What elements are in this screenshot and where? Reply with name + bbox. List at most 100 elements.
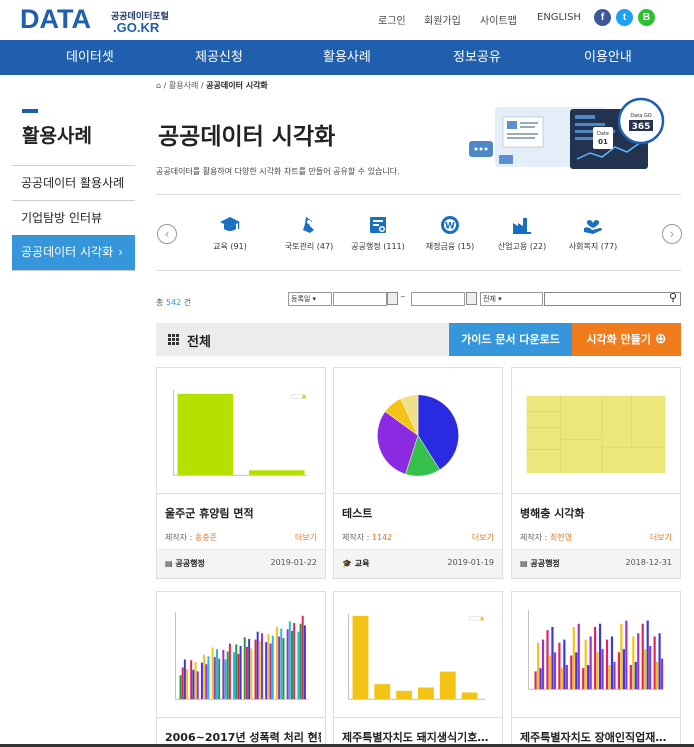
chart-bar bbox=[243, 637, 246, 700]
chart-bar bbox=[293, 622, 296, 700]
prev-arrow-button[interactable]: ‹ bbox=[157, 224, 177, 244]
category-finance[interactable]: W 재정금융 (15) bbox=[415, 214, 485, 252]
certificate-icon bbox=[370, 217, 386, 233]
logo-sub-bottom: .GO.KR bbox=[113, 20, 160, 35]
breadcrumb-parent[interactable]: 활용사례 bbox=[169, 81, 198, 90]
search-icon[interactable]: ⚲ bbox=[669, 291, 677, 304]
chart-bar bbox=[288, 621, 291, 700]
card-title[interactable]: 2006~2017년 성폭력 처리 현황 bbox=[165, 729, 321, 745]
chart-bar bbox=[282, 638, 285, 700]
category-select[interactable]: 전체 ▾ bbox=[480, 292, 543, 306]
category-education[interactable]: 교육 (91) bbox=[195, 214, 265, 252]
sidebar-item-visualization[interactable]: 공공데이터 시각화 › bbox=[12, 235, 135, 270]
visualization-card[interactable]: 병해충 시각화 제작자 : 최현영 더보기 ▤ 공공행정 2018-12-31 bbox=[511, 367, 681, 579]
chart-bar bbox=[303, 625, 306, 700]
chart-bar bbox=[649, 645, 652, 690]
visualization-card[interactable]: 울주군 휴양림 면적 제작자 : 송충준 더보기 ▤ 공공행정 2019-01-… bbox=[156, 367, 326, 579]
card-title[interactable]: 제주특별자치도 돼지생식기호… bbox=[342, 729, 498, 745]
end-date-input[interactable] bbox=[411, 292, 465, 306]
chart-bar bbox=[546, 630, 549, 690]
category-welfare[interactable]: 사회복지 (77) bbox=[558, 214, 628, 252]
chart-bar bbox=[558, 642, 561, 690]
visualization-card[interactable]: 제주특별자치도 장애인직업재… bbox=[511, 591, 681, 747]
chart-bar bbox=[256, 631, 259, 700]
card-footer: 🎓 교육 2019-01-19 bbox=[334, 549, 502, 578]
card-more-link[interactable]: 더보기 bbox=[650, 532, 672, 543]
chart-bar bbox=[213, 657, 216, 700]
card-more-link[interactable]: 더보기 bbox=[472, 532, 494, 543]
author-name: 최현영 bbox=[549, 533, 572, 542]
chart-bar bbox=[186, 668, 189, 700]
chart-bar bbox=[610, 636, 614, 690]
calendar-icon[interactable] bbox=[466, 292, 477, 305]
chart-bar bbox=[222, 649, 225, 700]
chart-bar bbox=[565, 665, 568, 690]
sidebar-item-cases[interactable]: 공공데이터 활용사례 bbox=[12, 165, 135, 200]
card-title[interactable]: 테스트 bbox=[342, 505, 498, 521]
twitter-icon[interactable]: t bbox=[616, 9, 633, 26]
chart-bar bbox=[584, 639, 587, 690]
chart-bar bbox=[235, 644, 238, 700]
card-category: 🎓 교육 bbox=[342, 559, 370, 568]
chart-bar bbox=[620, 623, 623, 690]
visualization-card[interactable]: 제주특별자치도 돼지생식기호… bbox=[333, 591, 503, 747]
start-date-input[interactable] bbox=[333, 292, 387, 306]
chart-bar bbox=[601, 649, 604, 690]
nav-request[interactable]: 제공신청 bbox=[195, 40, 243, 75]
chart-thumbnail bbox=[334, 613, 502, 718]
card-title[interactable]: 제주특별자치도 장애인직업재… bbox=[520, 729, 676, 745]
search-input[interactable]: ⚲ bbox=[544, 291, 681, 306]
next-arrow-button[interactable]: › bbox=[662, 224, 682, 244]
chart-bar bbox=[237, 653, 240, 700]
author-name: 1142 bbox=[371, 533, 393, 542]
chart-thumbnail bbox=[334, 394, 502, 494]
factory-icon bbox=[513, 218, 531, 234]
nav-guide[interactable]: 이용안내 bbox=[584, 40, 632, 75]
make-visualization-button[interactable]: 시각화 만들기 ⊕ bbox=[572, 323, 681, 356]
chart-bar bbox=[575, 652, 578, 690]
nav-dataset[interactable]: 데이터셋 bbox=[66, 40, 114, 75]
chart-bar bbox=[250, 648, 253, 700]
chart-bar bbox=[205, 664, 208, 700]
calendar-icon[interactable] bbox=[387, 292, 398, 305]
sitemap-link[interactable]: 사이트맵 bbox=[480, 12, 517, 27]
card-date: 2018-12-31 bbox=[625, 558, 673, 567]
plus-circle-icon: ⊕ bbox=[654, 331, 667, 347]
date-range-sep: ~ bbox=[400, 293, 406, 301]
home-icon[interactable]: ⌂ bbox=[156, 81, 161, 90]
card-more-link[interactable]: 더보기 bbox=[295, 532, 317, 543]
category-admin[interactable]: 공공행정 (111) bbox=[343, 214, 413, 252]
visualization-card[interactable]: 2006~2017년 성폭력 처리 현황 bbox=[156, 591, 326, 747]
category-land[interactable]: 국토관리 (47) bbox=[274, 214, 344, 252]
chart-bar bbox=[539, 668, 542, 690]
blog-icon[interactable]: B bbox=[638, 9, 655, 26]
chart-bar bbox=[374, 684, 391, 700]
chart-bar bbox=[224, 659, 227, 700]
sidebar-item-interview[interactable]: 기업탐방 인터뷰 bbox=[12, 200, 135, 235]
category-industry[interactable]: 산업고용 (22) bbox=[487, 214, 557, 252]
card-category-label: 공공행정 bbox=[530, 559, 560, 568]
chart-bar bbox=[653, 636, 656, 690]
chart-bar bbox=[228, 643, 231, 700]
sort-select[interactable]: 등록일 ▾ bbox=[288, 292, 332, 306]
card-title[interactable]: 병해충 시각화 bbox=[520, 505, 676, 521]
hero-day-label: Date bbox=[597, 131, 609, 137]
chart-bar bbox=[439, 671, 456, 700]
login-link[interactable]: 로그인 bbox=[378, 12, 406, 27]
card-category-label: 교육 bbox=[354, 559, 370, 568]
nav-info[interactable]: 정보공유 bbox=[453, 40, 501, 75]
chart-thumbnail bbox=[157, 389, 325, 494]
facebook-icon[interactable]: f bbox=[594, 9, 611, 26]
category-label: 교육 (91) bbox=[213, 242, 247, 251]
chart-bar bbox=[396, 690, 413, 700]
nav-cases[interactable]: 활용사례 bbox=[323, 40, 371, 75]
chart-bar bbox=[644, 649, 647, 690]
chart-bar bbox=[541, 639, 545, 690]
visualization-card[interactable]: 테스트 제작자 : 1142 더보기 🎓 교육 2019-01-19 bbox=[333, 367, 503, 579]
card-title[interactable]: 울주군 휴양림 면적 bbox=[165, 505, 321, 521]
guide-download-button[interactable]: 가이드 문서 다운로드 bbox=[449, 323, 572, 356]
chart-bar bbox=[613, 661, 616, 690]
english-link[interactable]: ENGLISH bbox=[537, 12, 581, 23]
chart-bar bbox=[248, 470, 305, 476]
signup-link[interactable]: 회원가입 bbox=[424, 12, 461, 27]
